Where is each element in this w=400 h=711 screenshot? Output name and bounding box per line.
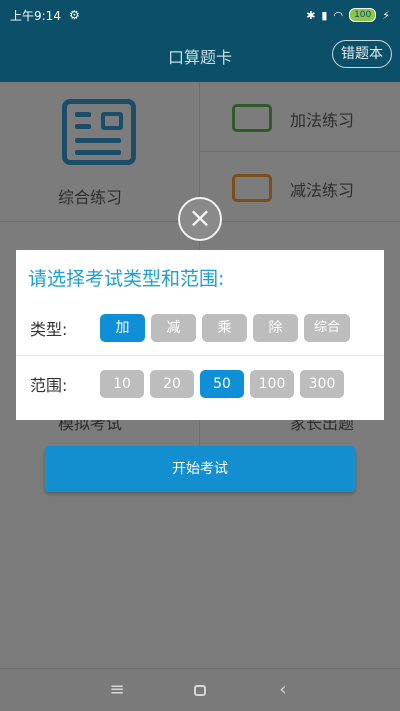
bluetooth-icon: ✱	[306, 8, 316, 22]
page-title: 口算题卡	[167, 48, 232, 67]
folder-icon	[232, 174, 272, 202]
type-row: 类型: 加 减 乘 除 综合	[16, 300, 384, 356]
range-row: 范围: 10 20 50 100 300	[16, 356, 384, 412]
app-bar: 口算题卡 错题本	[0, 30, 400, 82]
wifi-icon: ◠	[333, 8, 344, 22]
range-chip-100[interactable]: 100	[250, 370, 294, 398]
system-nav-bar: ≡ ‹	[0, 668, 400, 711]
menu-label: 减法练习	[290, 181, 355, 200]
type-chip-comprehensive[interactable]: 综合	[304, 313, 350, 342]
charging-icon: ⚡	[382, 8, 390, 22]
menu-item-addition[interactable]: 加法练习	[200, 82, 400, 152]
type-chip-subtract[interactable]: 减	[151, 313, 196, 342]
menu-item-subtraction[interactable]: 减法练习	[200, 152, 400, 222]
menu-label: 加法练习	[290, 111, 355, 130]
battery-indicator: 100	[349, 8, 377, 22]
range-chip-300[interactable]: 300	[300, 370, 344, 398]
settings-icon: ⚙	[68, 8, 80, 22]
dialog-title: 请选择考试类型和范围:	[28, 268, 225, 290]
exam-options-dialog: 请选择考试类型和范围: 类型: 加 减 乘 除 综合 范围: 10 20 50 …	[16, 250, 384, 420]
type-chip-divide[interactable]: 除	[253, 313, 298, 342]
type-label: 类型:	[30, 319, 68, 339]
menu-icon[interactable]: ≡	[102, 677, 132, 703]
close-icon[interactable]: ×	[178, 197, 222, 241]
menu-label: 综合练习	[58, 188, 123, 207]
back-icon[interactable]: ‹	[268, 677, 298, 703]
status-time: 上午9:14	[10, 8, 61, 23]
type-chip-add[interactable]: 加	[100, 313, 145, 342]
type-chip-multiply[interactable]: 乘	[202, 313, 247, 342]
range-chip-50[interactable]: 50	[200, 370, 244, 398]
menu-item-comprehensive[interactable]: 综合练习	[0, 82, 200, 222]
home-icon[interactable]	[185, 677, 215, 703]
error-book-button[interactable]: 错题本	[332, 40, 392, 68]
folder-icon	[232, 104, 272, 132]
range-chip-10[interactable]: 10	[100, 370, 144, 398]
status-icons: ✱ ▮ ◠ 100 ⚡	[306, 8, 390, 22]
range-chip-20[interactable]: 20	[150, 370, 194, 398]
status-bar: 上午9:14 ⚙ ✱ ▮ ◠ 100 ⚡	[0, 0, 400, 30]
worksheet-icon	[62, 99, 136, 165]
signal-icon: ▮	[321, 8, 328, 22]
range-label: 范围:	[30, 376, 68, 395]
start-exam-button[interactable]: 开始考试	[45, 446, 355, 492]
